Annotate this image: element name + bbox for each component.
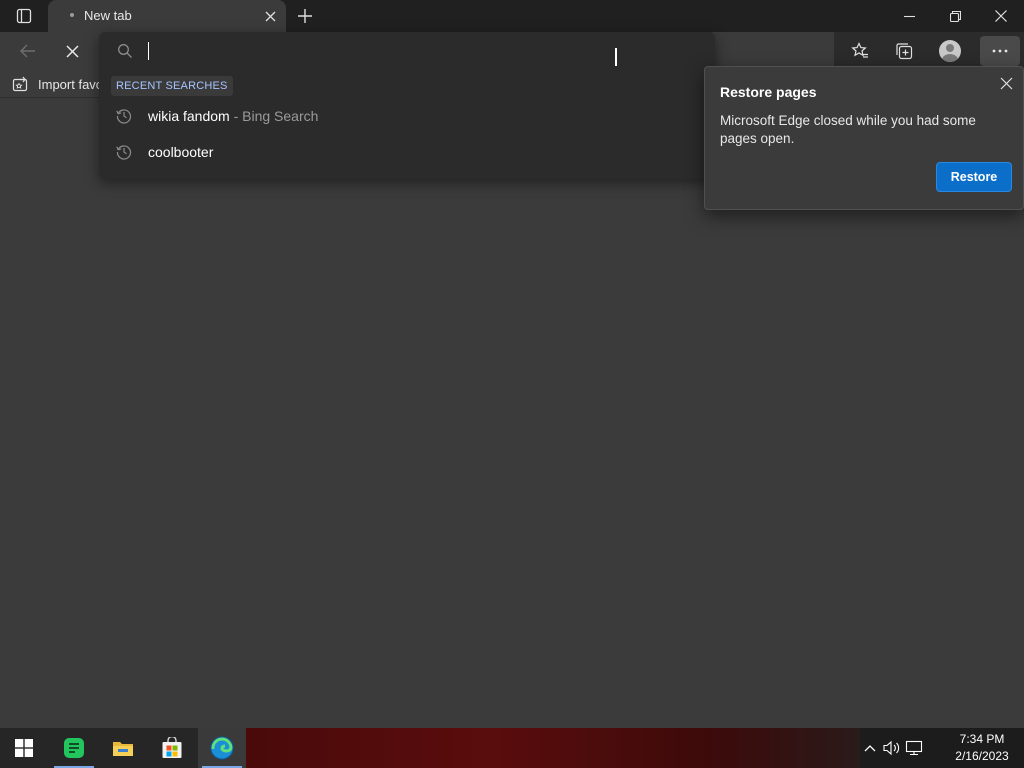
minimize-button[interactable] (886, 0, 932, 32)
suggestion-query: coolbooter (148, 144, 214, 160)
taskbar-app-store[interactable] (148, 728, 196, 768)
avatar (939, 40, 961, 62)
start-button[interactable] (0, 728, 48, 768)
close-icon (1000, 77, 1012, 89)
search-icon (117, 43, 133, 59)
restore-window-icon (949, 10, 961, 22)
network-button[interactable] (904, 738, 924, 758)
taskbar-app-notes[interactable] (50, 728, 98, 768)
address-input[interactable] (147, 40, 687, 62)
microsoft-store-icon (162, 737, 182, 758)
system-tray: 7:34 PM 2/16/2023 (860, 728, 1024, 768)
show-hidden-icons-button[interactable] (860, 738, 880, 758)
volume-icon (883, 740, 900, 756)
network-icon (905, 740, 923, 756)
toolbar-right-group (834, 32, 1024, 70)
restore-popup-close-button[interactable] (997, 74, 1015, 92)
minimize-icon (903, 15, 915, 17)
input-caret (148, 42, 149, 60)
more-horizontal-icon (992, 49, 1008, 53)
plus-icon (298, 9, 312, 23)
restore-window-button[interactable] (932, 0, 978, 32)
history-icon (115, 107, 133, 125)
history-icon (115, 143, 133, 161)
import-favorites-button[interactable]: Import favo (12, 74, 103, 94)
suggestion-text: wikia fandom - Bing Search (148, 108, 318, 124)
address-bar-dropdown: RECENT SEARCHES wikia fandom - Bing Sear… (99, 32, 715, 179)
edge-icon (210, 736, 234, 760)
collections-icon (896, 43, 913, 60)
suggestion-item[interactable]: coolbooter (99, 134, 715, 170)
volume-button[interactable] (882, 738, 902, 758)
mouse-text-cursor (615, 48, 617, 66)
tab-actions-icon (16, 8, 32, 24)
favorites-button[interactable] (842, 36, 878, 66)
settings-and-more-button[interactable] (980, 36, 1020, 66)
new-tab-button[interactable] (292, 4, 318, 28)
clock-date: 2/16/2023 (955, 749, 1009, 763)
back-button[interactable] (12, 36, 44, 66)
close-icon (995, 10, 1007, 22)
stop-loading-button[interactable] (56, 36, 88, 66)
restore-pages-popup: Restore pages Microsoft Edge closed whil… (704, 66, 1024, 210)
taskbar-app-file-explorer[interactable] (99, 728, 147, 768)
restore-pages-title: Restore pages (720, 84, 817, 100)
file-explorer-icon (113, 742, 133, 756)
close-icon (265, 11, 275, 21)
arrow-left-icon (20, 44, 35, 58)
taskbar: 7:34 PM 2/16/2023 (0, 728, 1024, 768)
start-icon (15, 739, 33, 757)
tab-actions-menu-button[interactable] (8, 4, 40, 28)
clock-time: 7:34 PM (959, 732, 1005, 746)
collections-button[interactable] (886, 36, 922, 66)
close-icon (65, 44, 79, 58)
title-bar: New tab (0, 0, 1024, 32)
tab-loading-icon (70, 13, 74, 17)
tab-close-button[interactable] (262, 8, 278, 24)
tab-new-tab[interactable]: New tab (48, 0, 286, 32)
suggestion-item[interactable]: wikia fandom - Bing Search (99, 98, 715, 134)
taskbar-clock[interactable]: 7:34 PM 2/16/2023 (950, 731, 1014, 765)
close-window-button[interactable] (978, 0, 1024, 32)
tab-title: New tab (84, 8, 132, 23)
recent-searches-heading: RECENT SEARCHES (111, 76, 233, 96)
restore-pages-message: Microsoft Edge closed while you had some… (720, 113, 976, 146)
taskbar-app-edge[interactable] (198, 728, 246, 768)
chevron-up-icon (864, 745, 876, 752)
star-list-icon (851, 42, 868, 58)
restore-button[interactable]: Restore (936, 162, 1012, 192)
notepad-green-icon (64, 738, 84, 758)
profile-button[interactable] (932, 36, 968, 66)
suggestion-query: wikia fandom (148, 108, 230, 124)
suggestion-text: coolbooter (148, 144, 213, 160)
address-bar[interactable] (99, 32, 715, 70)
suggestion-source: - Bing Search (229, 108, 319, 124)
import-favorites-icon (12, 76, 28, 92)
taskbar-wallpaper-strip (246, 728, 860, 768)
import-favorites-label: Import favo (38, 76, 104, 92)
